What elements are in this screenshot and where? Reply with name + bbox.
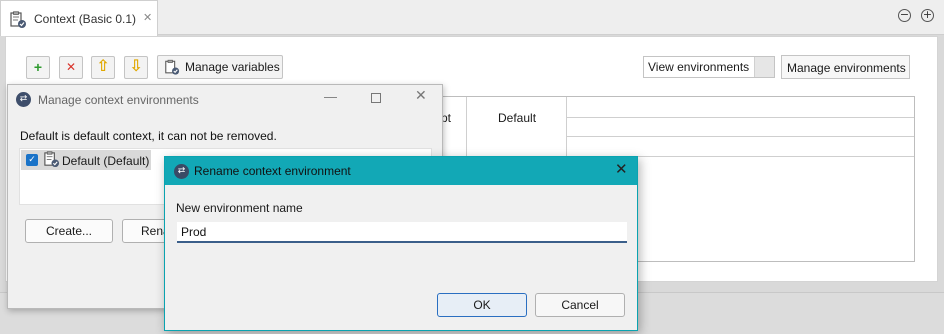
maximize-icon[interactable]: + (921, 9, 934, 22)
editor-tab-strip: Context (Basic 0.1) ✕ − + (0, 0, 944, 36)
view-environments-label: View environments (648, 60, 750, 74)
plus-icon: + (33, 59, 43, 75)
column-header-default: Default (498, 111, 537, 125)
column-divider (466, 97, 467, 157)
environment-label: Default (Default) (62, 154, 150, 168)
manage-environments-label: Manage environments (787, 61, 906, 75)
manage-variables-label: Manage variables (185, 60, 280, 74)
app-icon: ⇄ (16, 92, 31, 107)
environment-name-input[interactable] (177, 222, 627, 243)
ok-button[interactable]: OK (437, 293, 527, 317)
rename-context-environment-dialog: ⇄ Rename context environment ✕ New envir… (164, 156, 638, 331)
view-environments-toggle[interactable]: View environments (643, 56, 775, 78)
remove-variable-button[interactable]: ✕ (59, 56, 83, 79)
arrow-up-icon: ⇧ (96, 58, 110, 75)
tab-close-icon[interactable]: ✕ (143, 11, 152, 24)
environment-name-label: New environment name (176, 201, 303, 215)
list-item[interactable]: ✓ Default (Default) (21, 150, 151, 170)
dialog-title: Manage context environments (38, 93, 199, 107)
close-icon[interactable]: ✕ (615, 160, 628, 178)
tab-context[interactable]: Context (Basic 0.1) ✕ (0, 0, 158, 36)
dialog-description: Default is default context, it can not b… (20, 129, 277, 143)
context-icon (43, 151, 60, 171)
app-icon: ⇄ (174, 164, 189, 179)
minimize-icon[interactable]: − (898, 9, 911, 22)
cancel-button[interactable]: Cancel (535, 293, 625, 317)
move-up-button[interactable]: ⇧ (91, 56, 115, 79)
checkbox-checked-icon[interactable]: ✓ (26, 154, 38, 166)
close-icon[interactable]: ✕ (415, 88, 427, 104)
move-down-button[interactable]: ⇩ (124, 56, 148, 79)
dialog-titlebar: ⇄ Rename context environment ✕ (165, 157, 637, 185)
create-button[interactable]: Create... (25, 219, 113, 243)
manage-environments-button[interactable]: Manage environments (781, 55, 910, 79)
context-icon (9, 11, 27, 32)
manage-variables-button[interactable]: Manage variables (157, 55, 283, 79)
row-divider (566, 136, 914, 137)
remove-icon: ✕ (65, 60, 77, 74)
add-variable-button[interactable]: + (26, 56, 50, 79)
tab-title: Context (Basic 0.1) (34, 12, 137, 26)
minimize-icon[interactable]: — (324, 89, 337, 104)
toggle-switch[interactable] (754, 57, 774, 77)
dialog-title: Rename context environment (194, 164, 351, 178)
row-divider (566, 117, 914, 118)
maximize-icon[interactable] (371, 93, 381, 103)
column-divider (566, 97, 567, 157)
arrow-down-icon: ⇩ (129, 58, 143, 75)
context-icon (164, 59, 180, 79)
